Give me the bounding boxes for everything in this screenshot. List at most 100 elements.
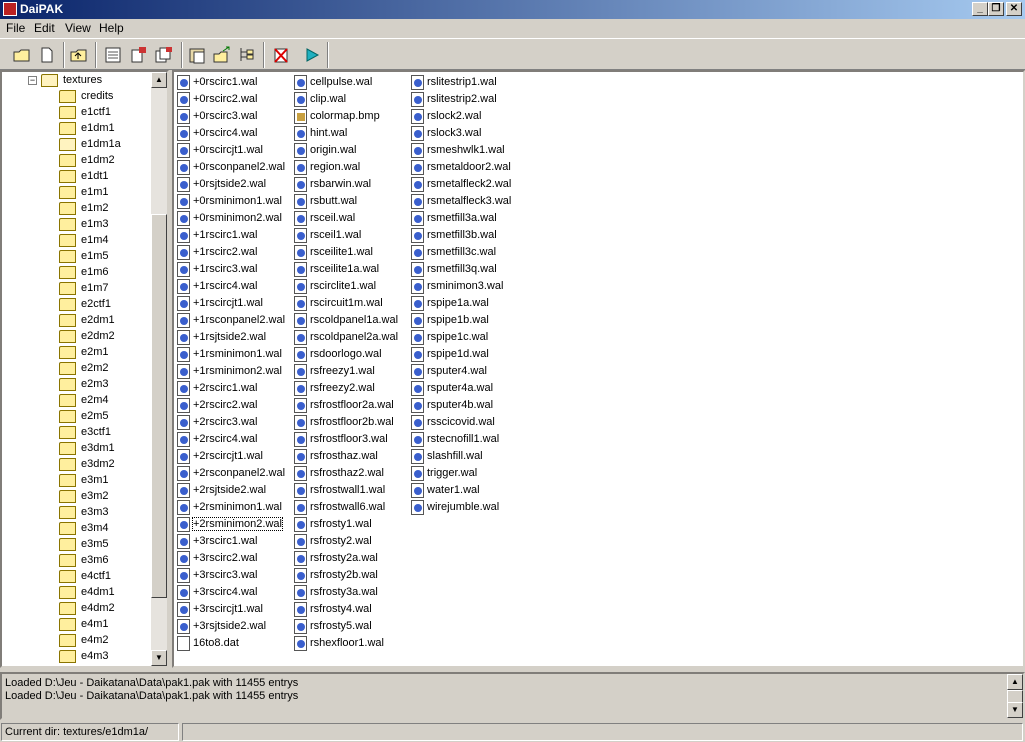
tree-folder-item[interactable]: e4ctf1 <box>2 569 152 585</box>
paste-icon[interactable] <box>186 44 208 66</box>
tree-folder-item[interactable]: e2m2 <box>2 361 152 377</box>
app-icon[interactable] <box>3 2 17 16</box>
tree-folder-item[interactable]: e1dm1 <box>2 121 152 137</box>
tree-folder-item[interactable]: e3ctf1 <box>2 425 152 441</box>
icon-mark <box>297 640 305 648</box>
up-folder-icon[interactable] <box>68 44 90 66</box>
tree-folder-item[interactable]: e1m3 <box>2 217 152 233</box>
tree-folder-item[interactable]: e2m1 <box>2 345 152 361</box>
tree-folder-label: e4m2 <box>81 634 109 646</box>
tree-folder-item[interactable]: e1m5 <box>2 249 152 265</box>
scroll-down-button[interactable]: ▼ <box>151 650 167 666</box>
tree-vertical-scrollbar[interactable]: ▲ ▼ <box>151 72 167 666</box>
menu-view[interactable]: View <box>65 21 91 35</box>
tree-folder-item[interactable]: e2m4 <box>2 393 152 409</box>
file-name: +1rscirc3.wal <box>193 263 258 275</box>
menu-bar: File Edit View Help <box>0 19 1025 38</box>
tree-folder-item[interactable]: e3m4 <box>2 521 152 537</box>
icon-mark <box>180 300 188 308</box>
menu-edit[interactable]: Edit <box>34 21 55 35</box>
tree-folder-label: e1m4 <box>81 234 109 246</box>
scroll-up-button[interactable]: ▲ <box>151 72 167 88</box>
icon-mark <box>297 130 305 138</box>
tree-folder-item[interactable]: e3dm1 <box>2 441 152 457</box>
maximize-button[interactable]: ❐ <box>988 2 1004 16</box>
wal-file-icon <box>411 415 424 430</box>
tree-folder-item[interactable]: e2dm1 <box>2 313 152 329</box>
icon-mark <box>414 249 422 257</box>
file-name: +0rsjtside2.wal <box>193 178 267 190</box>
tree-folder-item[interactable]: e3m5 <box>2 537 152 553</box>
icon-mark <box>297 334 305 342</box>
wal-file-icon <box>294 143 307 158</box>
wal-file-icon <box>294 619 307 634</box>
tree-folder-item[interactable]: e1m1 <box>2 185 152 201</box>
wal-file-icon <box>294 92 307 107</box>
tree-folder-item[interactable]: e3m6 <box>2 553 152 569</box>
extract-all-icon[interactable] <box>153 44 175 66</box>
run-icon[interactable] <box>301 44 323 66</box>
tree-folder-item[interactable]: e4m3 <box>2 649 152 665</box>
wal-file-icon <box>411 143 424 158</box>
extract-icon[interactable] <box>128 44 150 66</box>
file-name: +1rsminimon1.wal <box>193 348 282 360</box>
tree-folder-item[interactable]: e2m3 <box>2 377 152 393</box>
properties-icon[interactable] <box>102 44 124 66</box>
tree-folder-item[interactable]: e1m7 <box>2 281 152 297</box>
menu-help[interactable]: Help <box>99 21 124 35</box>
tree-folder-item[interactable]: e2ctf1 <box>2 297 152 313</box>
tree-folder-item[interactable]: credits <box>2 89 152 105</box>
tree-folder-item[interactable]: e1dt1 <box>2 169 152 185</box>
file-name: rspipe1b.wal <box>427 314 489 326</box>
close-button[interactable]: ✕ <box>1006 2 1022 16</box>
collapse-icon[interactable]: − <box>28 76 37 85</box>
folder-tree[interactable]: − textures credits e1ctf1 e1dm1 e1dm1a e1dm2 e1… <box>0 70 169 668</box>
file-name: rsfrostfloor3.wal <box>310 433 388 445</box>
scroll-up-button[interactable]: ▲ <box>1007 674 1023 690</box>
log-vertical-scrollbar[interactable]: ▲ ▼ <box>1007 674 1023 718</box>
folder-icon <box>59 554 76 567</box>
tree-folder-item[interactable]: e1m6 <box>2 265 152 281</box>
tree-folder-item[interactable]: e1m4 <box>2 233 152 249</box>
file-name: rsputer4b.wal <box>427 399 494 411</box>
wal-file-icon <box>177 228 190 243</box>
tree-folder-item[interactable]: e2m5 <box>2 409 152 425</box>
wal-file-icon <box>411 279 424 294</box>
tree-folder-item[interactable]: e4dm1 <box>2 585 152 601</box>
wal-file-icon <box>411 228 424 243</box>
tree-folder-label: e3m3 <box>81 506 109 518</box>
file-name: rspipe1c.wal <box>427 331 489 343</box>
tree-folder-item[interactable]: e1dm1a <box>2 137 152 153</box>
tree-folder-item[interactable]: e3dm2 <box>2 457 152 473</box>
tree-folder-item[interactable]: e3m3 <box>2 505 152 521</box>
tree-folder-item[interactable]: e4m1 <box>2 617 152 633</box>
delete-icon[interactable] <box>270 44 292 66</box>
tree-folder-item[interactable]: e3m1 <box>2 473 152 489</box>
file-name: +1rsminimon2.wal <box>193 365 282 377</box>
minimize-button[interactable]: _ <box>972 2 988 16</box>
menu-file[interactable]: File <box>6 21 25 35</box>
icon-mark <box>414 283 422 291</box>
tree-icon[interactable] <box>236 44 258 66</box>
tree-folder-item[interactable]: e4m2 <box>2 633 152 649</box>
tree-folder-item[interactable]: e4dm2 <box>2 601 152 617</box>
wal-file-icon <box>411 500 424 515</box>
new-icon[interactable] <box>36 44 58 66</box>
scroll-down-button[interactable]: ▼ <box>1007 702 1023 718</box>
tree-folder-item[interactable]: e1m2 <box>2 201 152 217</box>
tree-folder-label: e1dm1a <box>81 138 121 150</box>
tree-root-textures[interactable]: − textures <box>2 73 152 89</box>
scroll-thumb[interactable] <box>151 214 167 598</box>
file-name: +2rsconpanel2.wal <box>193 467 286 479</box>
tree-folder-item[interactable]: e3m2 <box>2 489 152 505</box>
open-icon[interactable] <box>11 44 33 66</box>
file-name: rslitestrip2.wal <box>427 93 497 105</box>
tree-folder-item[interactable]: e1dm2 <box>2 153 152 169</box>
tree-folder-item[interactable]: e1ctf1 <box>2 105 152 121</box>
export-icon[interactable] <box>211 44 233 66</box>
icon-mark <box>297 521 305 529</box>
icon-mark <box>414 402 422 410</box>
icon-mark <box>297 113 305 121</box>
file-list[interactable]: +0rscirc1.wal +0rscirc2.wal +0rscirc3.wal +… <box>172 70 1025 668</box>
tree-folder-item[interactable]: e2dm2 <box>2 329 152 345</box>
